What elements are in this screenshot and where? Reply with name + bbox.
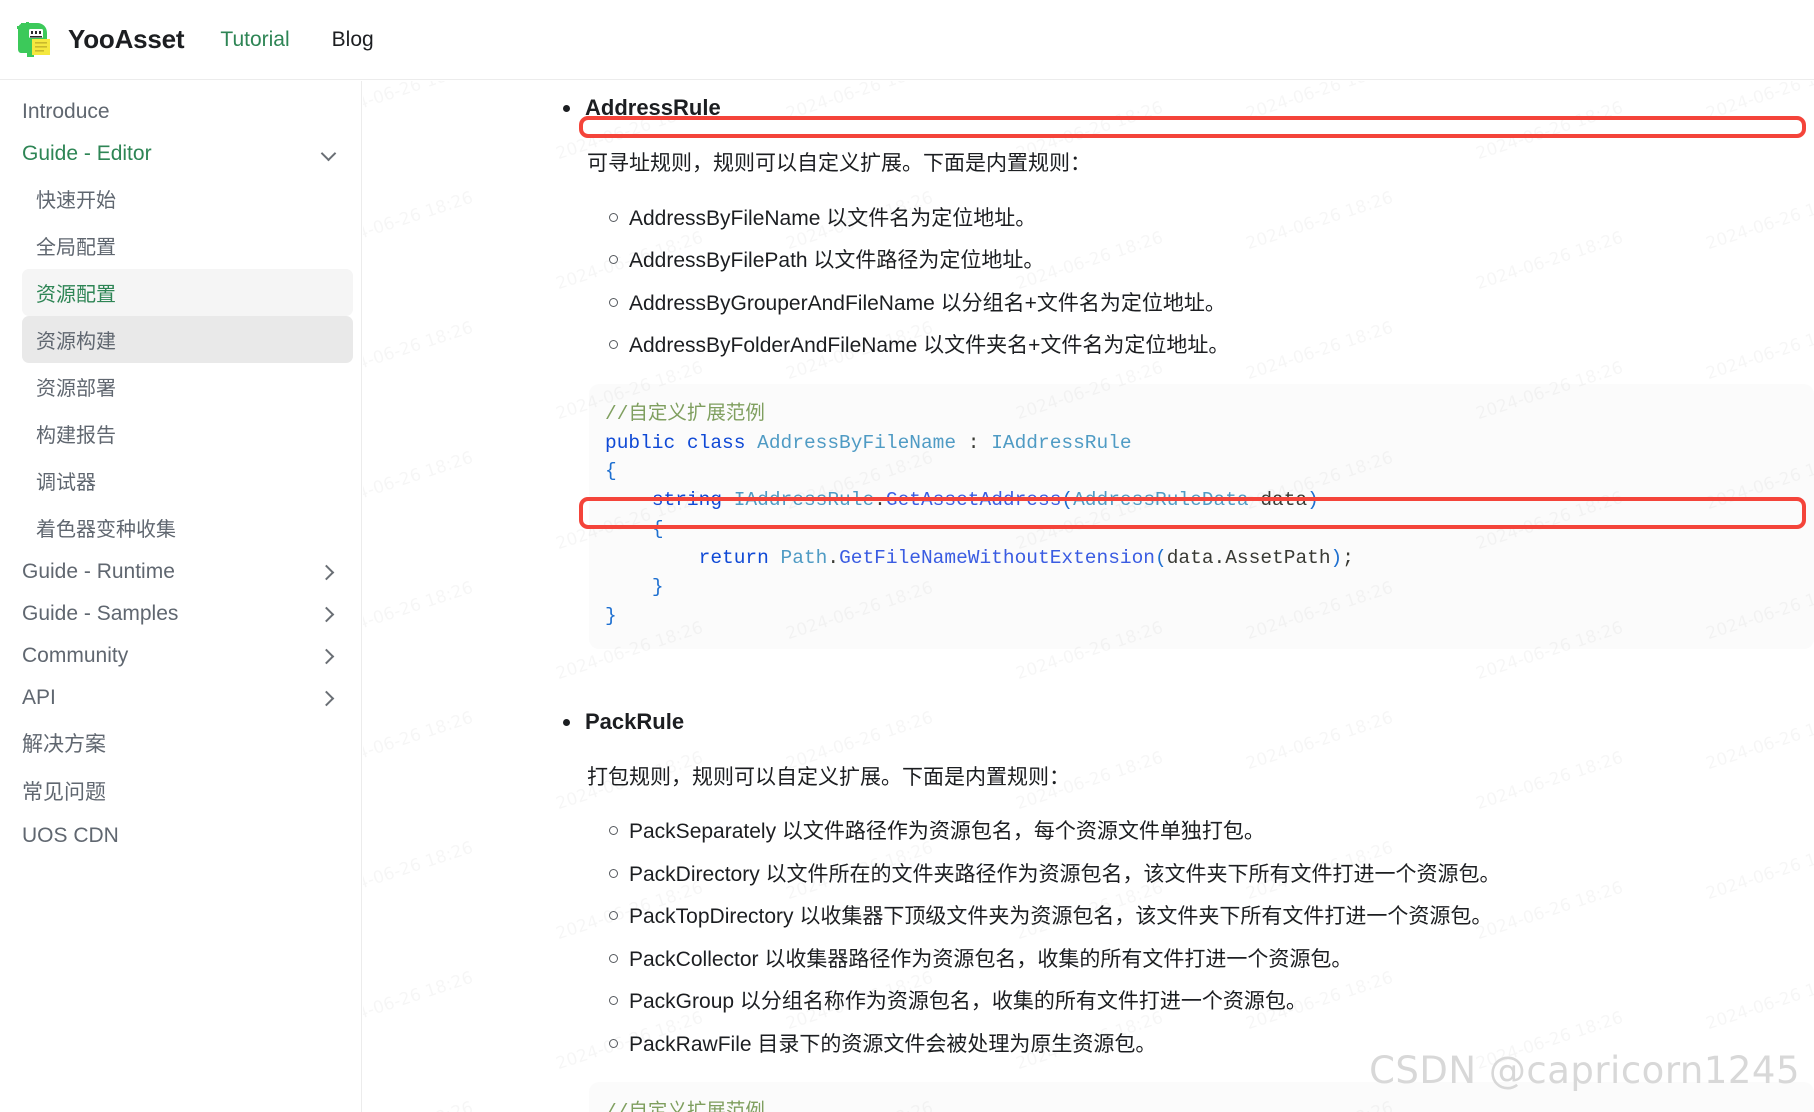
- rule-item: AddressByFileName 以文件名为定位地址。: [603, 198, 1814, 241]
- sidebar-item-16[interactable]: UOS CDN: [8, 815, 353, 857]
- yooasset-dino-logo-icon: [14, 20, 54, 60]
- sidebar-item-label: 资源部署: [36, 378, 116, 400]
- sidebar-item-label: 全局配置: [36, 237, 116, 259]
- sidebar-item-label: UOS CDN: [22, 824, 119, 847]
- sidebar-item-6[interactable]: 资源部署: [22, 363, 353, 410]
- sidebar-item-2[interactable]: 快速开始: [22, 175, 353, 222]
- sidebar-item-8[interactable]: 调试器: [22, 457, 353, 504]
- csdn-watermark: CSDN @capricorn1245: [1369, 1049, 1800, 1092]
- sidebar-item-4[interactable]: 资源配置: [22, 269, 353, 316]
- rule-item: AddressByFilePath 以文件路径为定位地址。: [603, 240, 1814, 283]
- code-line-2: string IAddressRule.GetAssetAddress(Addr…: [651, 489, 1319, 512]
- rule-list: PackSeparately 以文件路径作为资源包名，每个资源文件单独打包。 Pa…: [603, 811, 1814, 1066]
- docs-content: 2024-06-26 18:262024-06-26 18:262024-06-…: [363, 81, 1814, 1112]
- code-line-6: }: [605, 604, 617, 627]
- section-intro: 可寻址规则，规则可以自定义扩展。下面是内置规则：: [587, 152, 1091, 175]
- chevron-down-icon[interactable]: [319, 144, 339, 164]
- code-line-0: public class AddressByFileName : IAddres…: [605, 431, 1132, 454]
- sidebar-item-12[interactable]: Community: [8, 635, 353, 677]
- code-line-3: {: [651, 518, 664, 541]
- chevron-right-icon[interactable]: [319, 604, 339, 624]
- sidebar-item-label: 构建报告: [36, 425, 116, 447]
- chevron-right-icon[interactable]: [319, 688, 339, 708]
- docs-sidebar[interactable]: Introduce Guide - Editor 快速开始全局配置资源配置资源构建资…: [0, 81, 362, 1112]
- sidebar-item-label: 着色器变种收集: [36, 519, 176, 541]
- rule-list: AddressByFileName 以文件名为定位地址。 AddressByFil…: [603, 198, 1814, 368]
- nav-link-tutorial[interactable]: Tutorial: [220, 28, 289, 52]
- sidebar-item-label: 调试器: [36, 472, 96, 494]
- code-line-4: return Path.GetFileNameWithoutExtension(…: [698, 546, 1354, 569]
- section-heading: PackRule: [563, 709, 1814, 735]
- brand[interactable]: YooAsset: [14, 20, 185, 60]
- sidebar-item-label: Guide - Editor: [22, 142, 152, 165]
- site-header: YooAsset Tutorial Blog: [0, 0, 1814, 80]
- brand-name: YooAsset: [68, 24, 185, 54]
- primary-nav: Tutorial Blog: [220, 28, 373, 52]
- doc-body: AddressRule 可寻址规则，规则可以自定义扩展。下面是内置规则： Addre…: [363, 81, 1814, 1112]
- sidebar-item-0[interactable]: Introduce: [8, 91, 353, 133]
- sidebar-item-15[interactable]: 常见问题: [8, 767, 353, 815]
- sidebar-item-7[interactable]: 构建报告: [22, 410, 353, 457]
- rule-item: AddressByFolderAndFileName 以文件夹名+文件名为定位地…: [603, 325, 1814, 368]
- sidebar-item-1[interactable]: Guide - Editor: [8, 133, 353, 175]
- sidebar-item-label: Community: [22, 644, 129, 667]
- sidebar-item-label: API: [22, 686, 56, 709]
- section-heading: AddressRule: [563, 95, 1814, 121]
- rule-item: AddressByGrouperAndFileName 以分组名+文件名为定位地…: [603, 283, 1814, 326]
- rule-item: PackDirectory 以文件所在的文件夹路径作为资源包名，该文件夹下所有文…: [603, 854, 1814, 897]
- sidebar-item-label: Guide - Runtime: [22, 560, 175, 583]
- sidebar-item-9[interactable]: 着色器变种收集: [22, 504, 353, 551]
- sidebar-item-label: 资源配置: [36, 284, 116, 306]
- sidebar-item-label: 解决方案: [22, 733, 106, 756]
- rule-item: PackTopDirectory 以收集器下顶级文件夹为资源包名，该文件夹下所有…: [603, 896, 1814, 939]
- sidebar-item-14[interactable]: 解决方案: [8, 719, 353, 767]
- sidebar-item-10[interactable]: Guide - Runtime: [8, 551, 353, 593]
- sidebar-item-label: 快速开始: [36, 190, 116, 212]
- rule-item: PackGroup 以分组名称作为资源包名，收集的所有文件打进一个资源包。: [603, 981, 1814, 1024]
- sidebar-item-label: 资源构建: [36, 331, 116, 353]
- rule-item: PackSeparately 以文件路径作为资源包名，每个资源文件单独打包。: [603, 811, 1814, 854]
- chevron-right-icon[interactable]: [319, 562, 339, 582]
- nav-link-blog[interactable]: Blog: [332, 28, 374, 52]
- sidebar-item-13[interactable]: API: [8, 677, 353, 719]
- sidebar-item-3[interactable]: 全局配置: [22, 222, 353, 269]
- code-block: //自定义扩展范例 public class AddressByFileName …: [589, 383, 1814, 649]
- rule-item: PackCollector 以收集器路径作为资源包名，收集的所有文件打进一个资源…: [603, 939, 1814, 982]
- sidebar-item-label: Guide - Samples: [22, 602, 179, 625]
- sidebar-item-5[interactable]: 资源构建: [22, 316, 353, 363]
- code-comment: //自定义扩展范例: [589, 1098, 1814, 1112]
- sidebar-item-label: 常见问题: [22, 781, 106, 804]
- chevron-right-icon[interactable]: [319, 646, 339, 666]
- code-line-5: }: [651, 575, 664, 598]
- page-root: YooAsset Tutorial Blog Introduce Guide - …: [0, 0, 1814, 1112]
- code-line-1: {: [605, 460, 617, 483]
- doc-section-0: AddressRule 可寻址规则，规则可以自定义扩展。下面是内置规则： Addre…: [363, 95, 1814, 649]
- section-intro: 打包规则，规则可以自定义扩展。下面是内置规则：: [587, 765, 1070, 789]
- sidebar-item-label: Introduce: [22, 100, 110, 123]
- sidebar-item-11[interactable]: Guide - Samples: [8, 593, 353, 635]
- code-comment: //自定义扩展范例: [605, 402, 765, 425]
